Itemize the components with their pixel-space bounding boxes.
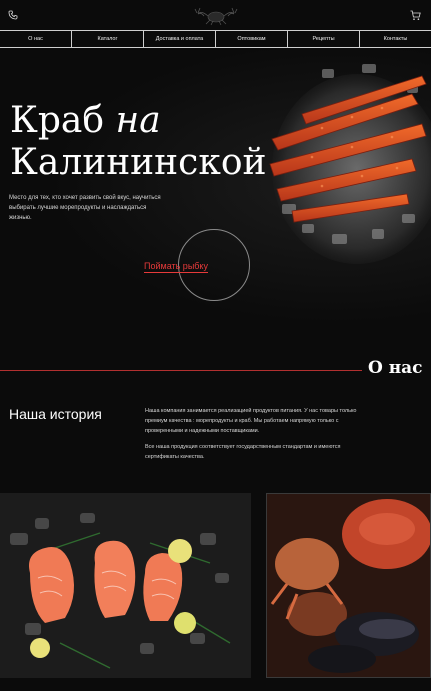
- nav-item-contacts[interactable]: Контакты: [359, 31, 431, 47]
- hero-subtitle: Место для тех, кто хочет развить свой вк…: [9, 195, 161, 221]
- nav-item-catalog[interactable]: Каталог: [71, 31, 143, 47]
- salmon-steaks-photo: [0, 493, 251, 678]
- cart-icon[interactable]: [410, 10, 421, 21]
- story-title: Наша история: [9, 406, 102, 422]
- nav-item-about[interactable]: О нас: [0, 31, 71, 47]
- story-paragraph-1: Наша компания занимается реализацией про…: [145, 408, 357, 434]
- hero-title-line2: Калининской: [10, 142, 267, 183]
- nav-item-wholesale[interactable]: Оптовикам: [215, 31, 287, 47]
- crab-and-mussels-photo: [266, 493, 431, 678]
- crab-logo-icon[interactable]: [193, 4, 239, 26]
- crab-legs-image: [269, 64, 431, 264]
- hero-title-word1: Краб: [10, 100, 105, 141]
- nav-item-recipes[interactable]: Рецепты: [287, 31, 359, 47]
- hero-title: Краб на Калининской: [10, 100, 270, 184]
- top-bar: [0, 0, 431, 30]
- about-divider-line: [0, 370, 362, 371]
- phone-icon[interactable]: [8, 10, 18, 20]
- story-paragraph-2: Все наша продукция соответствует государ…: [145, 444, 341, 460]
- nav-item-delivery[interactable]: Доставка и оплата: [143, 31, 215, 47]
- main-nav: О нас Каталог Доставка и оплата Оптовика…: [0, 30, 431, 48]
- catch-fish-link[interactable]: Поймать рыбку: [144, 261, 208, 273]
- hero-title-italic: на: [115, 100, 161, 141]
- about-heading: О нас: [368, 358, 423, 378]
